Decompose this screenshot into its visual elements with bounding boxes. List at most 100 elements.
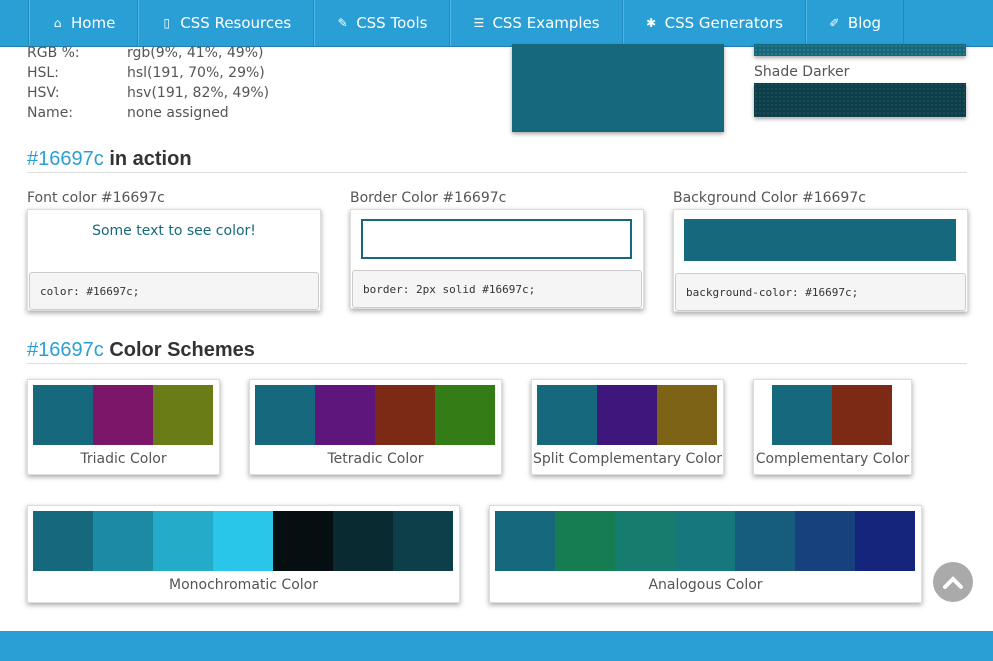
shade-swatch <box>754 44 966 56</box>
home-icon: ⌂ <box>53 16 62 30</box>
border-color-sample <box>361 219 632 259</box>
info-label: HSL: <box>27 65 59 81</box>
nav-label: Home <box>71 14 116 32</box>
nav-css-tools[interactable]: ✎ CSS Tools <box>313 0 449 46</box>
color-swatch[interactable] <box>213 511 273 571</box>
info-value: none assigned <box>127 105 229 121</box>
heading-hex: #16697c <box>27 148 104 170</box>
color-swatch[interactable] <box>273 511 333 571</box>
color-swatch[interactable] <box>153 511 213 571</box>
color-swatch[interactable] <box>772 385 832 445</box>
swatch-row <box>33 385 213 445</box>
nav-menu: ⌂ Home ▯ CSS Resources ✎ CSS Tools ☰ CSS Exa… <box>28 0 905 46</box>
background-color-code: background-color: #16697c; <box>675 273 966 311</box>
color-swatch[interactable] <box>153 385 213 445</box>
font-color-sample: Some text to see color! <box>92 223 256 239</box>
nav-css-resources[interactable]: ▯ CSS Resources <box>137 0 313 46</box>
font-color-card: Some text to see color! color: #16697c; <box>27 209 321 311</box>
nav-label: CSS Resources <box>180 14 292 32</box>
info-row: RGB %: rgb(9%, 41%, 49%) <box>27 44 269 64</box>
border-color-code: border: 2px solid #16697c; <box>352 270 642 308</box>
nav-blog[interactable]: ✐ Blog <box>804 0 905 46</box>
info-row: Name: none assigned <box>27 104 269 124</box>
info-row: HSL: hsl(191, 70%, 29%) <box>27 64 269 84</box>
scheme-triadic[interactable]: Triadic Color <box>27 379 220 475</box>
color-swatch[interactable] <box>375 385 435 445</box>
color-swatch[interactable] <box>832 385 892 445</box>
in-action-heading: #16697c in action <box>27 148 192 171</box>
scheme-name: Tetradic Color <box>327 451 424 467</box>
scheme-split-complementary[interactable]: Split Complementary Color <box>531 379 724 475</box>
shade-darker-label: Shade Darker <box>754 64 850 80</box>
color-swatch[interactable] <box>615 511 675 571</box>
scroll-to-top-button[interactable] <box>933 562 973 602</box>
list-icon: ☰ <box>473 16 485 30</box>
color-swatch[interactable] <box>255 385 315 445</box>
info-label: RGB %: <box>27 45 80 61</box>
color-swatch[interactable] <box>315 385 375 445</box>
nav-css-examples[interactable]: ☰ CSS Examples <box>449 0 621 46</box>
color-swatch[interactable] <box>795 511 855 571</box>
color-swatch[interactable] <box>333 511 393 571</box>
chevron-up-icon <box>943 576 963 589</box>
nav-css-generators[interactable]: ✱ CSS Generators <box>621 0 805 46</box>
color-swatch[interactable] <box>33 511 93 571</box>
swatch-row <box>772 385 892 445</box>
border-color-label: Border Color #16697c <box>350 190 507 206</box>
info-value: hsv(191, 82%, 49%) <box>127 85 270 101</box>
nav-label: CSS Examples <box>492 14 600 32</box>
color-swatch[interactable] <box>393 511 453 571</box>
main-color-swatch <box>512 44 724 132</box>
scheme-analogous[interactable]: Analogous Color <box>489 505 922 603</box>
color-swatch[interactable] <box>537 385 597 445</box>
scheme-name: Monochromatic Color <box>169 577 318 593</box>
scheme-complementary[interactable]: Complementary Color <box>753 379 912 475</box>
scheme-name: Triadic Color <box>80 451 167 467</box>
scheme-monochromatic[interactable]: Monochromatic Color <box>27 505 460 603</box>
font-color-label: Font color #16697c <box>27 190 165 206</box>
swatch-row <box>495 511 915 571</box>
info-label: HSV: <box>27 85 60 101</box>
color-swatch[interactable] <box>93 385 153 445</box>
pencil-icon: ✐ <box>829 16 840 30</box>
scheme-tetradic[interactable]: Tetradic Color <box>249 379 502 475</box>
color-swatch[interactable] <box>855 511 915 571</box>
color-swatch[interactable] <box>675 511 735 571</box>
heading-hex: #16697c <box>27 339 104 361</box>
background-color-label: Background Color #16697c <box>673 190 866 206</box>
info-row: HSV: hsv(191, 82%, 49%) <box>27 84 269 104</box>
divider <box>27 172 967 173</box>
color-swatch[interactable] <box>435 385 495 445</box>
background-color-sample <box>684 219 956 261</box>
gear-icon: ✱ <box>646 16 657 30</box>
info-label: Name: <box>27 105 74 121</box>
nav-home[interactable]: ⌂ Home <box>28 0 137 46</box>
color-swatch[interactable] <box>33 385 93 445</box>
color-swatch[interactable] <box>657 385 717 445</box>
scheme-name: Analogous Color <box>648 577 763 593</box>
info-value: hsl(191, 70%, 29%) <box>127 65 265 81</box>
scheme-name: Complementary Color <box>755 451 910 467</box>
file-icon: ▯ <box>163 16 171 30</box>
color-swatch[interactable] <box>555 511 615 571</box>
background-color-card: background-color: #16697c; <box>673 209 968 312</box>
info-value: rgb(9%, 41%, 49%) <box>127 45 264 61</box>
swatch-row <box>255 385 495 445</box>
color-swatch[interactable] <box>495 511 555 571</box>
scheme-name: Split Complementary Color <box>532 451 723 467</box>
footer-bar <box>0 631 993 661</box>
nav-label: CSS Generators <box>664 14 783 32</box>
border-color-card: border: 2px solid #16697c; <box>350 209 644 309</box>
color-swatch[interactable] <box>735 511 795 571</box>
swatch-row <box>33 511 453 571</box>
color-schemes-heading: #16697c Color Schemes <box>27 339 255 362</box>
shade-darker-swatch <box>754 83 966 117</box>
nav-label: CSS Tools <box>356 14 428 32</box>
color-swatch[interactable] <box>93 511 153 571</box>
swatch-row <box>537 385 717 445</box>
color-swatch[interactable] <box>597 385 657 445</box>
heading-title: Color Schemes <box>109 339 255 361</box>
color-info-table: RGB %: rgb(9%, 41%, 49%) HSL: hsl(191, 70%… <box>27 44 269 124</box>
nav-label: Blog <box>847 14 882 32</box>
divider <box>27 363 967 364</box>
